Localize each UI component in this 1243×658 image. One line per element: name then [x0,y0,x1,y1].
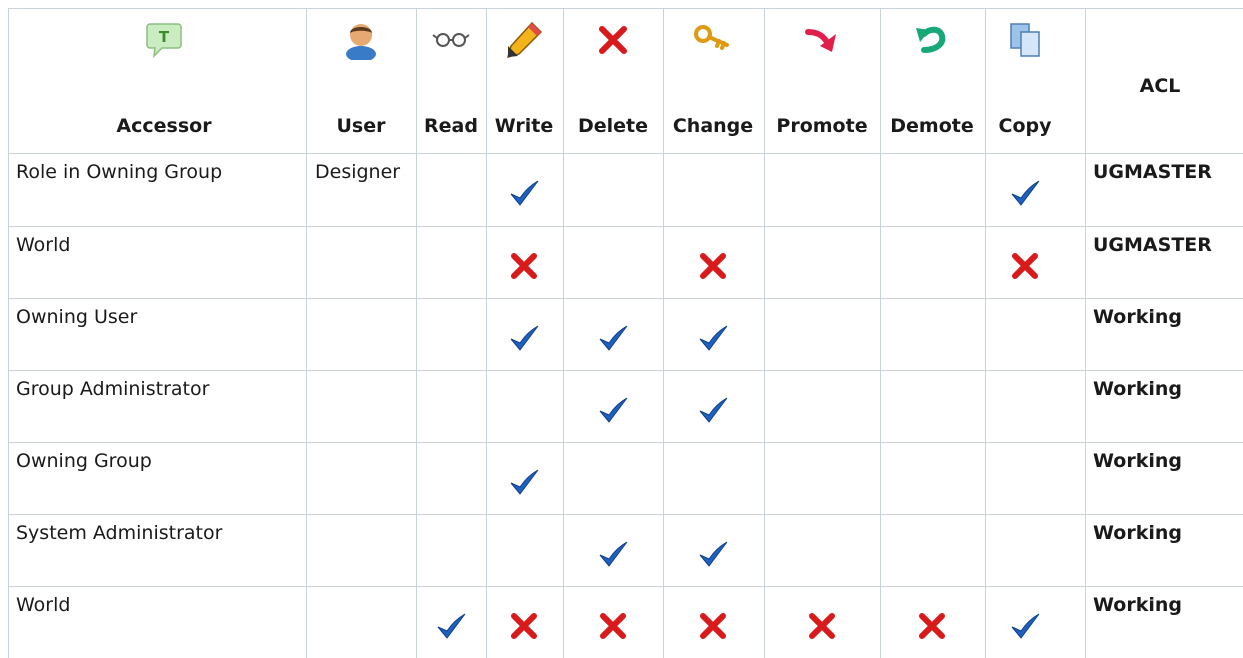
granted-check-icon [695,536,731,572]
denied-x-icon [595,608,631,644]
grid-hline [8,586,1243,587]
column-header-promote: Promote [776,115,868,137]
column-header-acl: ACL [1139,75,1181,97]
column-header-read: Read [424,115,478,137]
key-icon [693,20,733,60]
grid-hline [8,298,1243,299]
grid-hline [8,153,1243,154]
user-cell: Designer [315,161,401,183]
denied-x-icon [804,608,840,644]
grid-vline [764,8,765,658]
column-header-demote: Demote [890,115,974,137]
grid-vline [306,8,307,658]
grid-hline [8,442,1243,443]
grid-hline [8,8,1243,9]
acl-cell: Working [1093,450,1182,472]
accessor-cell: Owning User [16,306,138,328]
denied-x-icon [695,248,731,284]
denied-x-icon [695,608,731,644]
grid-vline [416,8,417,658]
grid-vline [880,8,881,658]
granted-check-icon [595,320,631,356]
copy-icon [1005,20,1045,60]
column-header-user: User [336,115,386,137]
svg-text:T: T [159,28,170,46]
acl-cell: Working [1093,378,1182,400]
granted-check-icon [1007,175,1043,211]
accessor-cell: System Administrator [16,522,223,544]
acl-cell: Working [1093,594,1182,616]
granted-check-icon [595,392,631,428]
grid-vline [486,8,487,658]
grid-vline [8,8,9,658]
grid-vline [1085,8,1086,658]
column-header-copy: Copy [998,115,1052,137]
granted-check-icon [506,175,542,211]
granted-check-icon [595,536,631,572]
red-x-icon [593,20,633,60]
denied-x-icon [506,608,542,644]
denied-x-icon [1007,248,1043,284]
denied-x-icon [914,608,950,644]
accessor-cell: Owning Group [16,450,152,472]
granted-check-icon [506,320,542,356]
granted-check-icon [433,608,469,644]
column-header-write: Write [494,115,554,137]
acl-cell: UGMASTER [1093,161,1212,183]
grid-vline [563,8,564,658]
user-icon [341,20,381,62]
accessor-cell: World [16,594,71,616]
acl-cell: Working [1093,306,1182,328]
accessor-cell: Role in Owning Group [16,161,223,183]
granted-check-icon [695,320,731,356]
grid-hline [8,514,1243,515]
text-balloon-icon: T [144,20,184,60]
granted-check-icon [506,464,542,500]
accessor-cell: World [16,234,71,256]
granted-check-icon [695,392,731,428]
column-header-change: Change [672,115,754,137]
demote-arrow-icon [912,20,952,60]
denied-x-icon [506,248,542,284]
accessor-cell: Group Administrator [16,378,210,400]
grid-hline [8,370,1243,371]
grid-hline [8,226,1243,227]
grid-vline [663,8,664,658]
acl-cell: Working [1093,522,1182,544]
promote-arrow-icon [802,20,842,60]
granted-check-icon [1007,608,1043,644]
glasses-icon [431,20,471,60]
pencil-icon [504,20,544,60]
acl-cell: UGMASTER [1093,234,1212,256]
grid-vline [985,8,986,658]
column-header-delete: Delete [577,115,649,137]
column-header-accessor: Accessor [116,115,212,137]
